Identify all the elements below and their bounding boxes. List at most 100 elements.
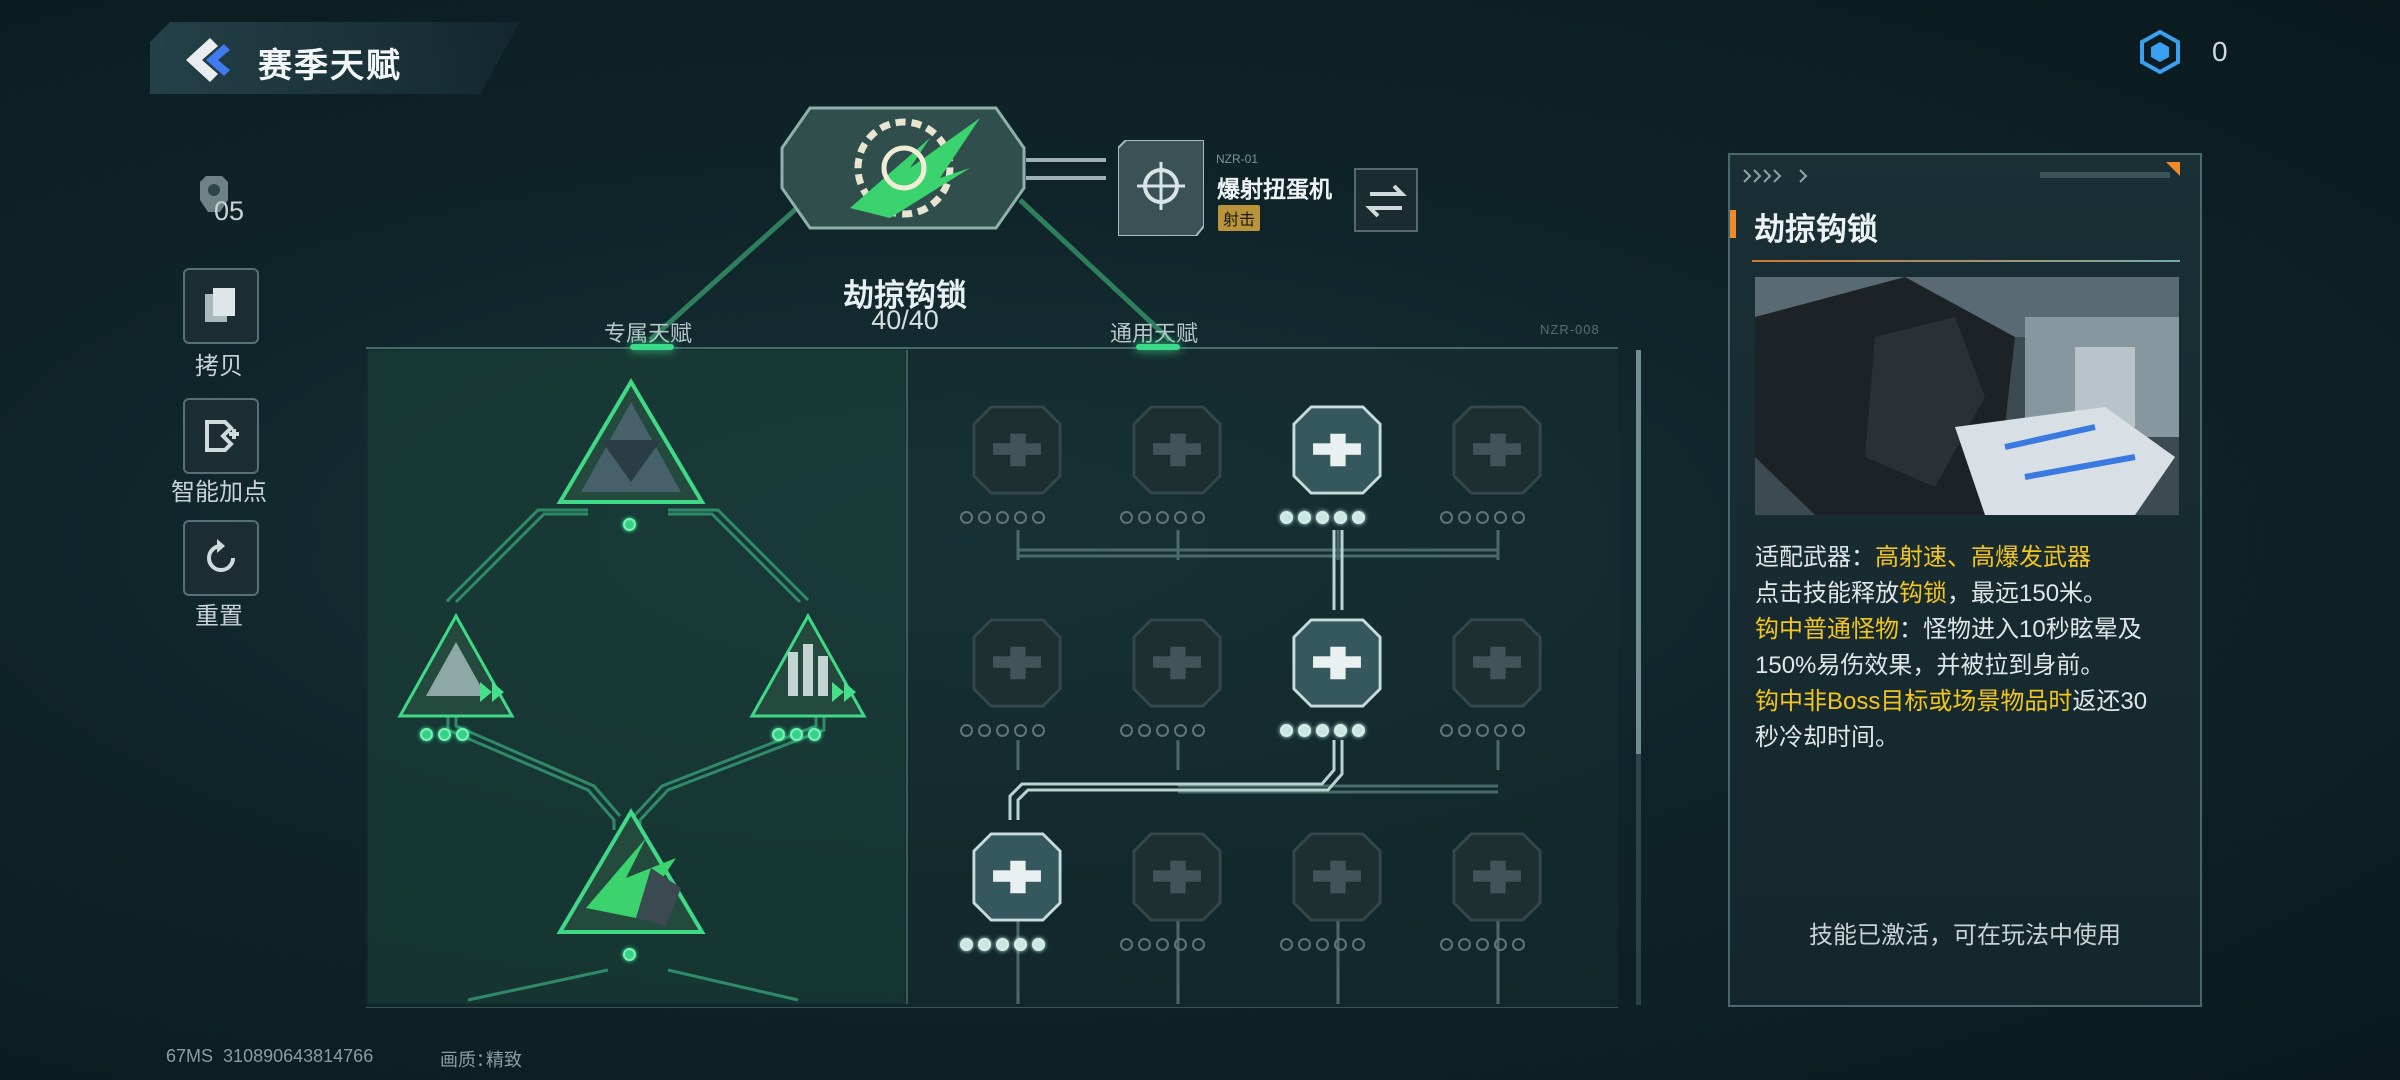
- weapon-type-badge: 射击: [1218, 205, 1261, 231]
- exclusive-talent-left[interactable]: [396, 612, 516, 722]
- general-talent-r1c4-level: [1440, 511, 1525, 524]
- level-dot: [1280, 938, 1293, 951]
- reset-label: 重置: [195, 603, 243, 630]
- weapon-link-connector: [1026, 158, 1106, 180]
- exclusive-talent-top[interactable]: [556, 378, 706, 508]
- level-dot: [1192, 938, 1205, 951]
- swap-weapon-button[interactable]: [1354, 168, 1418, 232]
- info-panel-header-decoration: [1743, 162, 2180, 183]
- general-talent-r2c1[interactable]: [972, 618, 1062, 708]
- level-dot: [1476, 511, 1489, 524]
- general-talent-r1c3-level: [1280, 511, 1365, 524]
- swap-arrows-icon: [1365, 184, 1407, 218]
- back-arrow-icon[interactable]: [180, 34, 236, 86]
- page-title: 赛季天赋: [258, 47, 402, 85]
- info-line-3: 钩中普通怪物：怪物进入10秒眩晕及: [1755, 616, 2142, 643]
- general-talent-r1c2[interactable]: [1132, 405, 1222, 495]
- level-dot: [996, 938, 1009, 951]
- level-dot: [1120, 724, 1133, 737]
- skill-preview-image: [1755, 277, 2179, 515]
- level-dot: [960, 511, 973, 524]
- weapon-code: NZR-01: [1216, 152, 1259, 166]
- talent-points-value: 05: [214, 196, 245, 226]
- level-dot: [1316, 724, 1329, 737]
- crosshair-weapon-icon[interactable]: [1118, 140, 1204, 236]
- reset-icon: [207, 539, 235, 572]
- level-dot: [1494, 938, 1507, 951]
- general-talent-r2c3[interactable]: [1292, 618, 1382, 708]
- panel-divider: [906, 350, 908, 1004]
- exclusive-top-level: [623, 518, 636, 531]
- footer-quality-value: 精致: [486, 1050, 522, 1070]
- general-talent-r3c4[interactable]: [1452, 832, 1542, 922]
- level-dot: [1138, 511, 1151, 524]
- info-title-accent: [1730, 210, 1736, 238]
- general-talent-r3c2[interactable]: [1132, 832, 1222, 922]
- general-talent-r1c1[interactable]: [972, 405, 1062, 495]
- general-talent-r3c3[interactable]: [1292, 832, 1382, 922]
- level-dot: [1494, 724, 1507, 737]
- level-dot: [1352, 511, 1365, 524]
- general-talent-r3c4-level: [1440, 938, 1525, 951]
- level-dot: [960, 938, 973, 951]
- info-line-6: 秒冷却时间。: [1755, 724, 1899, 751]
- level-dot: [1334, 724, 1347, 737]
- general-talent-r1c4[interactable]: [1452, 405, 1542, 495]
- level-dot: [1156, 511, 1169, 524]
- level-dot: [1138, 724, 1151, 737]
- general-talent-r2c2[interactable]: [1132, 618, 1222, 708]
- tree-scrollbar-thumb[interactable]: [1636, 350, 1641, 754]
- level-dot: [1192, 724, 1205, 737]
- level-dot: [1032, 938, 1045, 951]
- copy-button[interactable]: [183, 268, 259, 344]
- exclusive-talent-right[interactable]: [748, 612, 868, 722]
- level-dot: [1476, 724, 1489, 737]
- footer-ping-uid: 67MS 310890643814766: [166, 1046, 374, 1066]
- copy-icon: [205, 288, 235, 322]
- level-dot: [1156, 938, 1169, 951]
- smart-points-button[interactable]: [183, 398, 259, 474]
- exclusive-right-level: [772, 728, 821, 741]
- smart-points-label: 智能加点: [171, 479, 267, 506]
- general-talent-r1c2-level: [1120, 511, 1205, 524]
- level-dot: [1032, 511, 1045, 524]
- general-talent-r2c3-level: [1280, 724, 1365, 737]
- level-dot: [1352, 724, 1365, 737]
- level-dot: [1494, 511, 1507, 524]
- level-dot: [1458, 724, 1471, 737]
- level-dot: [1440, 511, 1453, 524]
- level-dot: [1174, 511, 1187, 524]
- reset-button[interactable]: [183, 520, 259, 596]
- info-line-2: 点击技能释放钩锁，最远150米。: [1755, 580, 2108, 607]
- level-dot: [960, 724, 973, 737]
- info-line-4: 150%易伤效果，并被拉到身前。: [1755, 652, 2105, 679]
- hook-skill-main-node[interactable]: [780, 98, 1026, 238]
- info-line-1: 适配武器：高射速、高爆发武器: [1755, 544, 2091, 571]
- info-title-divider: [1752, 260, 2180, 262]
- info-title: 劫掠钩锁: [1754, 212, 1878, 247]
- level-dot: [1458, 511, 1471, 524]
- level-dot: [1298, 724, 1311, 737]
- general-talent-r3c3-level: [1280, 938, 1365, 951]
- level-dot: [978, 724, 991, 737]
- info-line-5: 钩中非Boss目标或场景物品时返还30: [1755, 688, 2148, 715]
- general-talent-r2c4[interactable]: [1452, 618, 1542, 708]
- general-talent-r1c3[interactable]: [1292, 405, 1382, 495]
- level-dot: [1476, 938, 1489, 951]
- level-dot: [1014, 938, 1027, 951]
- general-talent-r3c2-level: [1120, 938, 1205, 951]
- weapon-name: 爆射扭蛋机: [1217, 176, 1332, 202]
- level-dot: [1192, 511, 1205, 524]
- level-dot: [1316, 511, 1329, 524]
- level-dot: [1120, 938, 1133, 951]
- general-talent-r2c2-level: [1120, 724, 1205, 737]
- general-talent-r2c1-level: [960, 724, 1045, 737]
- general-talent-r3c1[interactable]: [972, 832, 1062, 922]
- tree-code: NZR-008: [1540, 322, 1600, 337]
- level-dot: [1014, 511, 1027, 524]
- level-dot: [1174, 724, 1187, 737]
- level-dot: [1512, 938, 1525, 951]
- level-dot: [1316, 938, 1329, 951]
- smart-points-icon: [205, 420, 239, 452]
- exclusive-talent-bottom[interactable]: [556, 808, 706, 938]
